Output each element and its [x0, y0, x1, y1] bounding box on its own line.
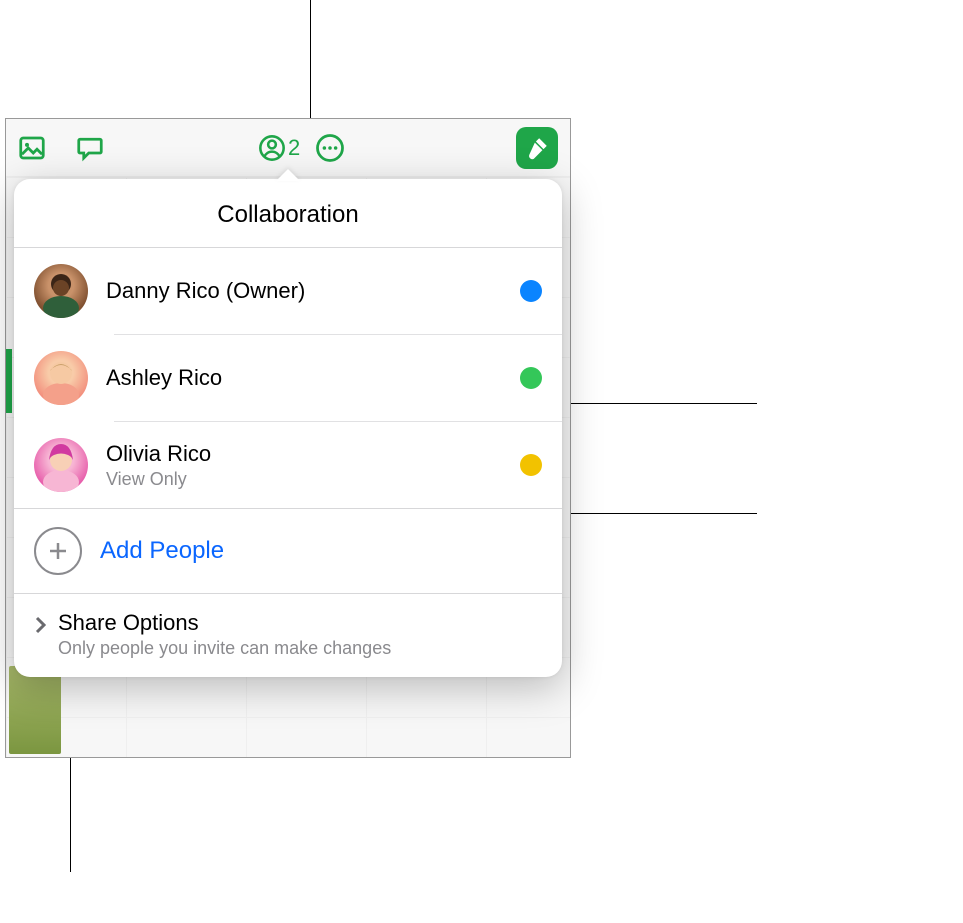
callout-line-top [310, 0, 311, 120]
avatar [34, 438, 88, 492]
status-dot [520, 280, 542, 302]
plus-icon [34, 527, 82, 575]
popover-title: Collaboration [14, 179, 562, 248]
add-people-button[interactable]: Add People [14, 508, 562, 594]
app-window: 2 Collaboration Danny Rico (Owner) [5, 118, 571, 758]
callout-line-share-options [70, 752, 71, 872]
avatar [34, 264, 88, 318]
add-people-label: Add People [100, 537, 224, 565]
collaboration-count: 2 [288, 135, 300, 161]
popover-arrow [276, 169, 300, 181]
share-options-subtitle: Only people you invite can make changes [58, 638, 391, 659]
format-brush-button[interactable] [516, 127, 558, 169]
comment-button[interactable] [72, 130, 108, 166]
more-button[interactable] [312, 130, 348, 166]
row-selector-tab [6, 349, 12, 413]
share-options-row[interactable]: Share Options Only people you invite can… [14, 594, 562, 677]
participant-row[interactable]: Ashley Rico [34, 335, 562, 421]
participant-permission: View Only [106, 469, 502, 490]
chevron-right-icon [30, 613, 50, 637]
status-dot [520, 367, 542, 389]
participant-name: Ashley Rico [106, 365, 502, 391]
collaboration-button[interactable]: 2 [258, 134, 300, 162]
media-button[interactable] [14, 130, 50, 166]
background-image-thumbnail [9, 666, 61, 754]
participant-list: Danny Rico (Owner) Ashley Rico [14, 248, 562, 508]
avatar [34, 351, 88, 405]
collaboration-popover: Collaboration Danny Rico (Owner) Ashley … [14, 179, 562, 677]
status-dot [520, 454, 542, 476]
participant-name: Olivia Rico [106, 441, 502, 467]
participant-row[interactable]: Danny Rico (Owner) [34, 248, 562, 334]
participant-name: Danny Rico (Owner) [106, 278, 502, 304]
participant-row[interactable]: Olivia Rico View Only [34, 422, 562, 508]
share-options-title: Share Options [58, 610, 391, 636]
